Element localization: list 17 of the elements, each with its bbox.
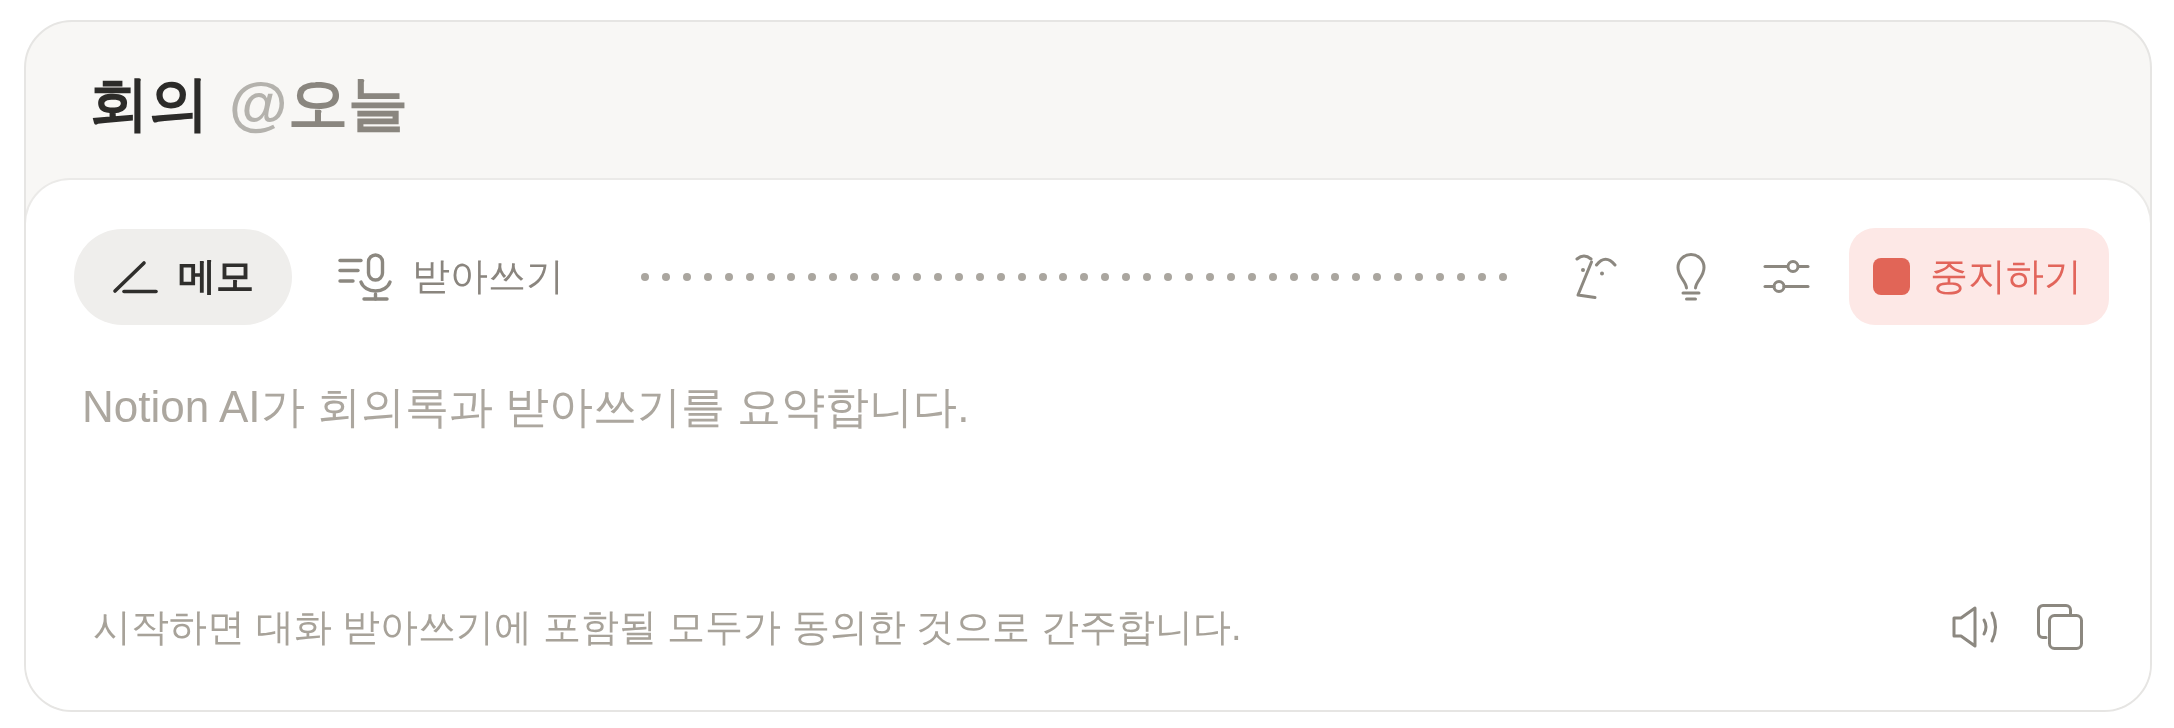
- date-mention[interactable]: @오늘: [229, 68, 408, 140]
- stop-button[interactable]: 중지하기: [1849, 228, 2109, 325]
- speaker-icon: [1952, 606, 2000, 648]
- copy-button[interactable]: [2037, 604, 2083, 650]
- consent-text: 시작하면 대화 받아쓰기에 포함될 모두가 동의한 것으로 간주합니다.: [93, 604, 1242, 650]
- transcript-tab[interactable]: 받아쓰기: [300, 228, 602, 325]
- lightbulb-icon: [1676, 252, 1706, 301]
- pencil-icon: [112, 259, 158, 294]
- notes-field[interactable]: Notion AI가 회의록과 받아쓰기를 요약합니다.: [74, 377, 2109, 437]
- copy-icon: [2037, 604, 2083, 650]
- microphone-icon: [338, 252, 392, 301]
- sliders-icon: [1762, 260, 1810, 293]
- stop-icon: [1873, 258, 1910, 295]
- notes-tab[interactable]: 메모: [74, 228, 292, 325]
- speaker-button[interactable]: [1952, 606, 2000, 648]
- face-icon: [1575, 253, 1617, 300]
- page-title: 회의: [89, 69, 209, 139]
